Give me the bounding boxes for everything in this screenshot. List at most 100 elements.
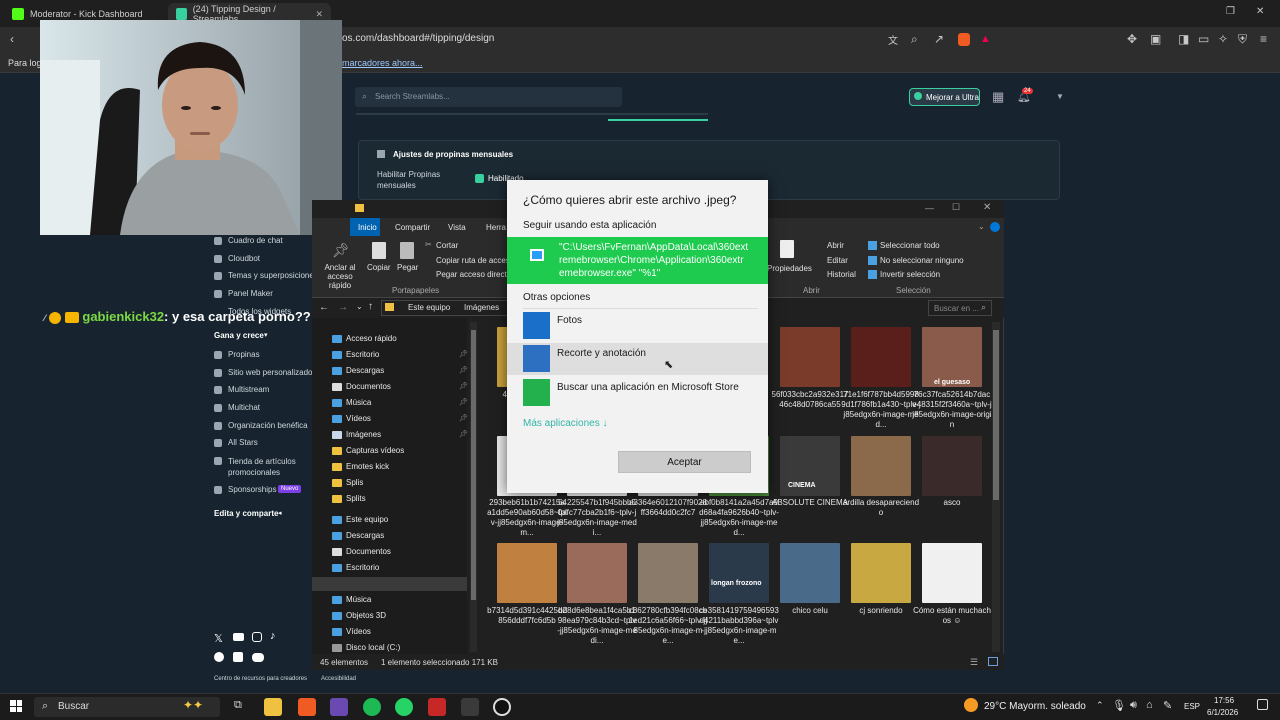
tab-inicio[interactable]: Inicio: [358, 223, 377, 232]
edit-button[interactable]: Editar: [827, 256, 848, 265]
import-bookmarks-link[interactable]: marcadores ahora...: [342, 58, 423, 68]
language-indicator[interactable]: ESP: [1184, 702, 1200, 711]
file-thumbnail[interactable]: [851, 327, 911, 387]
x-icon[interactable]: 𝕏: [214, 632, 223, 645]
properties-button[interactable]: Propiedades: [767, 264, 812, 273]
nav-item[interactable]: Emotes kick: [346, 462, 389, 471]
nav-item[interactable]: Objetos 3D: [346, 611, 386, 620]
nav-item[interactable]: Documentos: [346, 382, 391, 391]
instagram-icon[interactable]: [252, 632, 262, 642]
nav-item[interactable]: Escritorio: [346, 350, 379, 359]
brave-app-icon[interactable]: [298, 698, 316, 716]
file-name[interactable]: ABSOLUTE CINEMA: [770, 498, 850, 508]
section-edit-share[interactable]: Edita y comparte: [214, 509, 278, 518]
enabled-checkbox[interactable]: [475, 174, 484, 183]
accessibility-link[interactable]: Accesibilidad: [321, 676, 356, 682]
file-thumbnail[interactable]: [497, 543, 557, 603]
accept-button[interactable]: Aceptar: [618, 451, 751, 473]
copy-path-button[interactable]: Copiar ruta de acceso: [436, 256, 514, 265]
file-name[interactable]: 76c37fca52614b7dace48315f2f3460a~tplv-jj…: [912, 390, 992, 430]
file-name[interactable]: c862780cfb394fc08cb1ed21c6a56f66~tplv-jj…: [628, 606, 708, 646]
sidebar-item-merch[interactable]: Tienda de artículos promocionales: [228, 456, 303, 478]
paste-button[interactable]: Pegar: [397, 263, 418, 272]
copy-button[interactable]: Copiar: [367, 263, 391, 272]
profile-dropdown-icon[interactable]: ▼: [1056, 92, 1064, 101]
file-name[interactable]: ardilla desapareciendo: [841, 498, 921, 518]
nav-item[interactable]: Vídeos: [346, 414, 371, 423]
sidebar-item-cloudbot[interactable]: Cloudbot: [228, 254, 260, 263]
file-name[interactable]: chico celu: [770, 606, 850, 616]
file-name[interactable]: a3364e6012107f9028ff3664dd0c2fc7: [628, 498, 708, 518]
sidebar-item-all-stars[interactable]: All Stars: [228, 438, 258, 447]
menu-icon[interactable]: ≡: [1260, 32, 1267, 46]
tray-chevron-icon[interactable]: ⌃: [1096, 700, 1104, 711]
notifications-icon[interactable]: [1257, 699, 1268, 710]
select-all-button[interactable]: Seleccionar todo: [880, 241, 940, 250]
forward-arrow-icon[interactable]: →: [338, 302, 348, 313]
clock-time[interactable]: 17:56: [1214, 696, 1234, 705]
game-app-icon[interactable]: [428, 698, 446, 716]
nav-item[interactable]: Splits: [346, 494, 366, 503]
sidebar-icon[interactable]: ◨: [1178, 32, 1189, 46]
paste-shortcut-button[interactable]: Pegar acceso directo: [436, 270, 511, 279]
sidebar-item-themes[interactable]: Temas y superposiciones: [228, 271, 318, 280]
brave-shield-icon[interactable]: [958, 33, 970, 46]
file-name[interactable]: cj sonriendo: [841, 606, 921, 616]
nav-item[interactable]: Imágenes: [346, 430, 381, 439]
file-thumbnail[interactable]: [922, 327, 982, 387]
details-view-icon[interactable]: ☰: [970, 657, 978, 668]
streamlabs-search-input[interactable]: Search Streamlabs...: [355, 87, 622, 107]
microphone-icon[interactable]: 🎙︎: [1112, 699, 1126, 712]
youtube-icon[interactable]: [233, 633, 244, 641]
zoom-icon[interactable]: ⌕: [911, 32, 918, 47]
sidebar-item-multichat[interactable]: Multichat: [228, 403, 260, 412]
file-name[interactable]: ce3581419759496593d4211babbd396a~tplv-jj…: [699, 606, 779, 646]
nav-item[interactable]: Documentos: [346, 547, 391, 556]
capcut-app-icon[interactable]: [461, 698, 479, 716]
help-icon[interactable]: [990, 222, 1000, 232]
file-thumbnail[interactable]: [780, 543, 840, 603]
tab-compartir[interactable]: Compartir: [395, 223, 430, 232]
file-thumbnail[interactable]: [922, 543, 982, 603]
section-grow[interactable]: Gana y crece: [214, 331, 264, 340]
nav-item[interactable]: Capturas vídeos: [346, 446, 404, 455]
file-name[interactable]: 71e1f6f787bb4d59989d1f786fb1a430~tplv-jj…: [841, 390, 921, 430]
invert-selection-button[interactable]: Invertir selección: [880, 270, 940, 279]
volume-icon[interactable]: 🔊︎: [1130, 699, 1137, 712]
clock-date[interactable]: 6/1/2026: [1207, 708, 1238, 717]
sidebar-item-multistream[interactable]: Multistream: [228, 385, 269, 394]
facebook-icon[interactable]: [214, 652, 224, 662]
restore-window-icon[interactable]: ❐: [1226, 6, 1235, 17]
share-icon[interactable]: ↗: [934, 32, 944, 46]
file-explorer-app-icon[interactable]: [264, 698, 282, 716]
nav-item[interactable]: Splis: [346, 478, 363, 487]
recent-dropdown-icon[interactable]: ⌄: [356, 302, 363, 311]
sidebar-item-chatbox[interactable]: Cuadro de chat: [228, 236, 283, 245]
pin-icon[interactable]: 📌︎: [459, 430, 468, 438]
tabs-icon[interactable]: ▣: [1150, 32, 1161, 46]
cut-button[interactable]: Cortar: [436, 241, 458, 250]
file-thumbnail[interactable]: [851, 543, 911, 603]
nav-scrollbar-thumb[interactable]: [471, 330, 476, 600]
collapse-ribbon-icon[interactable]: ⌄: [978, 222, 985, 231]
file-thumbnail[interactable]: [709, 543, 769, 603]
nav-item[interactable]: Acceso rápido: [346, 334, 397, 343]
file-thumbnail[interactable]: [780, 327, 840, 387]
discord-app-icon[interactable]: [330, 698, 348, 716]
up-arrow-icon[interactable]: ↑: [368, 301, 373, 312]
wallet-icon[interactable]: ▭: [1198, 32, 1209, 46]
sidebar-item-charity[interactable]: Organización benéfica: [228, 421, 308, 430]
nav-item[interactable]: Descargas: [346, 366, 384, 375]
more-apps-link[interactable]: Más aplicaciones ↓: [523, 418, 607, 429]
close-window-icon[interactable]: ✕: [1256, 6, 1264, 17]
file-thumbnail[interactable]: [638, 543, 698, 603]
sidebar-item-sponsorships[interactable]: Sponsorships: [228, 485, 276, 494]
pin-quick-access-button[interactable]: Anclar al acceso rápido: [316, 263, 364, 290]
file-name[interactable]: 56f033cbc2a932e31746c48d0786ca55: [770, 390, 850, 410]
file-name[interactable]: 293beb61b1b74215aa1dd5e90ab60d58~tplv-jj…: [487, 498, 567, 538]
brave-rewards-icon[interactable]: ▲: [980, 33, 991, 45]
discord-icon[interactable]: [252, 653, 264, 662]
tiktok-icon[interactable]: ♪: [270, 630, 276, 642]
network-icon[interactable]: ⌂: [1146, 699, 1153, 711]
history-button[interactable]: Historial: [827, 270, 856, 279]
